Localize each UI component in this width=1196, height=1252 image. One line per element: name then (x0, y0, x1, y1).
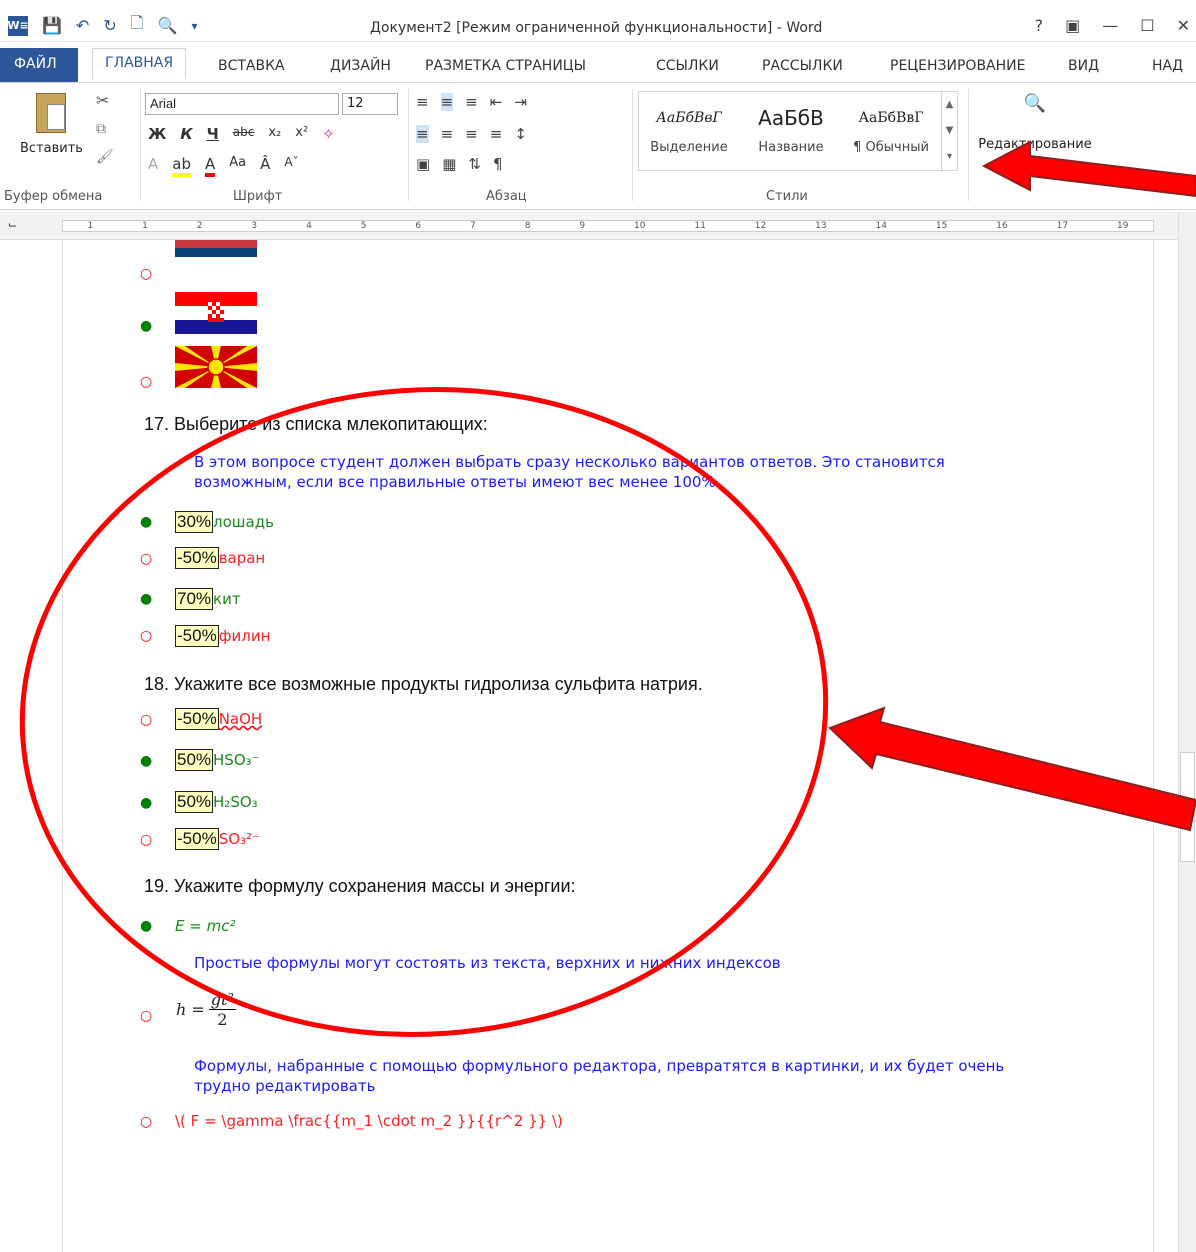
bullet-filled-icon: ● (140, 753, 153, 769)
formula-lhs: h = (176, 1000, 205, 1019)
question-18: 18. Укажите все возможные продукты гидро… (144, 674, 703, 694)
bullet-open-icon: ○ (140, 628, 153, 644)
formula-fraction: gt² 2 (208, 990, 236, 1029)
bullet-open-icon: ○ (140, 1008, 153, 1024)
bullet-open-icon: ○ (140, 266, 153, 282)
answer-text: варан (218, 549, 266, 567)
answer-text: филин (218, 627, 271, 645)
bullet-filled-icon: ● (140, 795, 153, 811)
formula-note-2: Формулы, набранные с помощью формульного… (194, 1057, 1005, 1095)
croatia-flag-image (175, 292, 257, 334)
answer-text: NaOH (218, 710, 263, 728)
answer-formula-text: E = mc² (175, 917, 236, 935)
bullet-filled-icon: ● (140, 318, 153, 334)
bullet-open-icon: ○ (140, 374, 153, 390)
answer-item: 50% HSO₃⁻ (175, 749, 260, 771)
latex-answer-text: \( F = \gamma \frac{{m_1 \cdot m_2 }}{{r… (175, 1112, 563, 1130)
bullet-open-icon: ○ (140, 1114, 153, 1130)
answer-text: кит (213, 590, 241, 608)
weight-badge: 30% (175, 511, 214, 533)
answer-item: -50% NaOH (175, 708, 262, 730)
answer-text: H₂SO₃ (213, 793, 258, 811)
answer-item: 70% кит (175, 588, 241, 610)
weight-badge: -50% (175, 708, 219, 730)
weight-badge: -50% (175, 828, 219, 850)
answer-text: HSO₃⁻ (213, 751, 260, 769)
bullet-open-icon: ○ (140, 712, 153, 728)
formula-numerator: gt² (208, 990, 236, 1010)
formula-image: h = gt² 2 (176, 990, 236, 1029)
answer-item: 50% H₂SO₃ (175, 791, 258, 813)
answer-text: лошадь (213, 513, 274, 531)
question-17: 17. Выберите из списка млекопитающих: (144, 414, 488, 434)
bullet-filled-icon: ● (140, 514, 153, 530)
formula-note-1: Простые формулы могут состоять из текста… (194, 954, 781, 972)
bullet-open-icon: ○ (140, 551, 153, 567)
weight-badge: 50% (175, 791, 214, 813)
weight-badge: 50% (175, 749, 214, 771)
bullet-filled-icon: ● (140, 591, 153, 607)
weight-badge: -50% (175, 547, 219, 569)
question-17-note: В этом вопросе студент должен выбрать ср… (194, 453, 945, 491)
bullet-filled-icon: ● (140, 918, 153, 934)
macedonia-flag-image (175, 346, 257, 388)
document-content: ○ ● ○ 17. Выберите из списка млекопитающ… (0, 0, 1196, 1252)
answer-text: SO₃²⁻ (218, 830, 260, 848)
answer-item: -50% варан (175, 547, 265, 569)
answer-item: -50% SO₃²⁻ (175, 828, 260, 850)
answer-item: 30% лошадь (175, 511, 274, 533)
weight-badge: 70% (175, 588, 214, 610)
answer-item: -50% филин (175, 625, 270, 647)
bullet-open-icon: ○ (140, 832, 153, 848)
serbia-flag-image (175, 240, 257, 266)
question-19: 19. Укажите формулу сохранения массы и э… (144, 876, 576, 896)
weight-badge: -50% (175, 625, 219, 647)
formula-denominator: 2 (217, 1010, 228, 1029)
